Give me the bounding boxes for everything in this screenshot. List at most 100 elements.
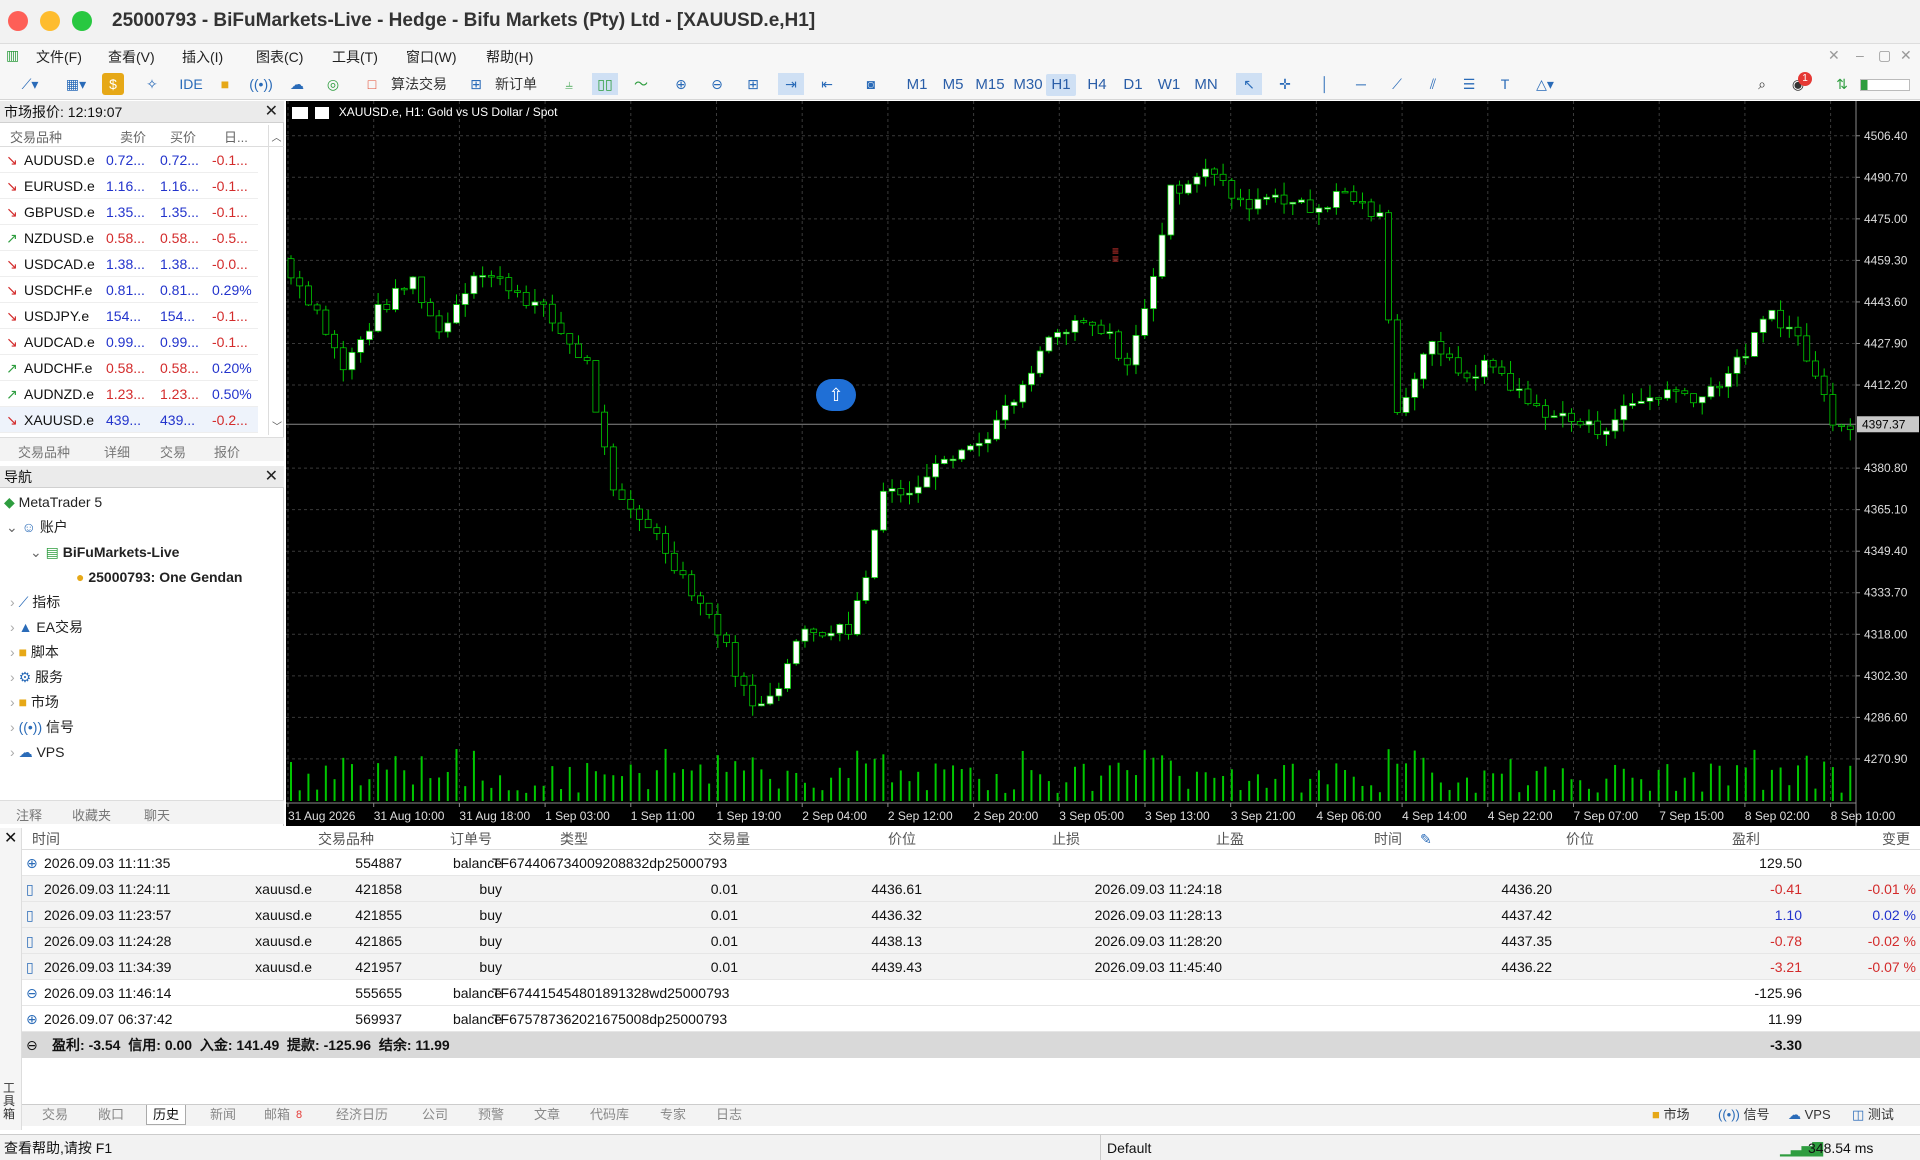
- grid-icon[interactable]: ⊞: [740, 73, 766, 95]
- timeframe-m30[interactable]: M30: [1008, 74, 1048, 96]
- tab-common[interactable]: 注释: [16, 805, 42, 824]
- menu-window[interactable]: 窗口(W): [406, 47, 457, 67]
- timeframe-m1[interactable]: M1: [902, 74, 932, 96]
- tab-calendar[interactable]: 经济日历: [336, 1105, 388, 1125]
- chevron-right-icon[interactable]: ›: [10, 719, 15, 735]
- one-click-trade-icon[interactable]: ⇧: [816, 379, 856, 411]
- tab-favorites[interactable]: 收藏夹: [72, 805, 111, 824]
- tab-journal[interactable]: 日志: [716, 1105, 742, 1125]
- tab-ticks[interactable]: 报价: [214, 442, 240, 461]
- history-row[interactable]: ▯ 2026.09.03 11:34:39 xauusd.e 421957 buy 0.0…: [22, 954, 1920, 980]
- tab-symbols[interactable]: 交易品种: [18, 442, 70, 461]
- nav-market[interactable]: › ■ 市场: [10, 690, 59, 715]
- timeframe-mn[interactable]: MN: [1190, 74, 1222, 96]
- tab-news[interactable]: 新闻: [210, 1105, 236, 1125]
- search-icon[interactable]: ⌕: [1750, 73, 1774, 95]
- close-window-button[interactable]: [8, 11, 28, 31]
- timeframe-h4[interactable]: H4: [1082, 74, 1112, 96]
- tab-mailbox[interactable]: 邮箱: [264, 1105, 290, 1125]
- dollar-icon[interactable]: $: [102, 73, 124, 95]
- nav-metatrader[interactable]: ◆ MetaTrader 5: [4, 490, 102, 515]
- nav-vps[interactable]: › ☁ VPS: [10, 740, 64, 765]
- trendline-icon[interactable]: ⟋: [1384, 73, 1410, 95]
- tab-alerts[interactable]: 预警: [478, 1105, 504, 1125]
- minimize-window-button[interactable]: [40, 11, 60, 31]
- tab-history[interactable]: 历史: [146, 1105, 187, 1125]
- text-icon[interactable]: T: [1492, 73, 1518, 95]
- market-watch-row[interactable]: ↗ AUDCHF.e 0.58... 0.58... 0.20%: [0, 355, 258, 381]
- chart-properties-icon[interactable]: [315, 106, 330, 119]
- pin-icon[interactable]: ✕: [1828, 47, 1840, 64]
- nav-indicators[interactable]: › ⟋ 指标: [10, 590, 60, 615]
- market-watch-row[interactable]: ↘ XAUUSD.e 439... 439... -0.2...: [0, 407, 258, 433]
- new-order-button[interactable]: 新订单: [492, 73, 540, 95]
- timeframe-m15[interactable]: M15: [972, 74, 1008, 96]
- chevron-down-icon[interactable]: ⌄: [30, 544, 42, 560]
- col-tp[interactable]: 止盈: [1216, 828, 1244, 850]
- chevron-right-icon[interactable]: ›: [10, 669, 15, 685]
- signals-tab[interactable]: ((•)) 信号: [1718, 1105, 1770, 1125]
- volume-slider[interactable]: [1860, 79, 1910, 91]
- ide-button[interactable]: IDE: [176, 73, 206, 95]
- market-watch-row[interactable]: ↘ EURUSD.e 1.16... 1.16... -0.1...: [0, 173, 258, 199]
- lvl-icon[interactable]: ⇅: [1830, 73, 1854, 95]
- chevron-right-icon[interactable]: ›: [10, 744, 15, 760]
- collapse-icon[interactable]: ⊖: [26, 1032, 38, 1058]
- column-symbol[interactable]: 交易品种: [10, 127, 62, 146]
- tab-details[interactable]: 详细: [104, 442, 130, 461]
- scroll-down-icon[interactable]: ﹀: [269, 418, 285, 433]
- market-watch-row[interactable]: ↘ USDJPY.e 154... 154... -0.1...: [0, 303, 258, 329]
- fibonacci-icon[interactable]: ☰: [1456, 73, 1482, 95]
- tab-exposure[interactable]: 敞口: [98, 1105, 124, 1125]
- close-icon[interactable]: ✕: [265, 101, 278, 123]
- price-chart[interactable]: 4506.40 4490.70 4475.00 4459.30 4443.60 4427.…: [286, 101, 1920, 826]
- nav-accounts[interactable]: ⌄ ☺ 账户: [6, 515, 68, 540]
- tab-chat[interactable]: 聊天: [144, 805, 170, 824]
- nav-signals[interactable]: › ((•)) 信号: [10, 715, 74, 740]
- chart-shift-icon[interactable]: ⇤: [814, 73, 840, 95]
- column-bid[interactable]: 卖价: [120, 127, 146, 146]
- line-icon[interactable]: 〜: [628, 73, 654, 95]
- scroll-up-icon[interactable]: ︿: [269, 129, 284, 144]
- crosshair-icon[interactable]: ✛: [1272, 73, 1298, 95]
- candlestick-icon[interactable]: ▯▯: [592, 73, 618, 95]
- nav-services[interactable]: › ⚙ 服务: [10, 665, 63, 690]
- status-profile[interactable]: Default: [1100, 1135, 1300, 1160]
- market-watch-scrollbar[interactable]: ︿ ﹀: [268, 125, 284, 435]
- timeframe-h1[interactable]: H1: [1046, 74, 1076, 96]
- col-close-time[interactable]: 时间: [1374, 828, 1402, 850]
- chevron-right-icon[interactable]: ›: [10, 619, 15, 635]
- market-tab[interactable]: ■ 市场: [1652, 1105, 1690, 1125]
- menu-charts[interactable]: 图表(C): [256, 47, 303, 67]
- bar-chart-icon[interactable]: ⫨: [556, 73, 582, 95]
- market-watch-row[interactable]: ↘ AUDCAD.e 0.99... 0.99... -0.1...: [0, 329, 258, 355]
- col-ticket[interactable]: 订单号: [450, 828, 492, 850]
- tab-experts[interactable]: 专家: [660, 1105, 686, 1125]
- col-volume[interactable]: 交易量: [708, 828, 750, 850]
- market-watch-row[interactable]: ↘ USDCHF.e 0.81... 0.81... 0.29%: [0, 277, 258, 303]
- zoom-in-icon[interactable]: ⊕: [668, 73, 694, 95]
- chevron-down-icon[interactable]: ⌄: [6, 519, 18, 535]
- menu-help[interactable]: 帮助(H): [486, 47, 533, 67]
- history-row[interactable]: ▯ 2026.09.03 11:24:11 xauusd.e 421858 buy 0.0…: [22, 876, 1920, 902]
- menu-tools[interactable]: 工具(T): [332, 47, 378, 67]
- col-change[interactable]: 变更: [1882, 828, 1910, 850]
- line-chart-icon[interactable]: ⟋▾: [10, 73, 50, 95]
- tab-company[interactable]: 公司: [422, 1105, 448, 1125]
- menu-file[interactable]: 文件(F): [36, 47, 82, 67]
- restore-icon[interactable]: –: [1856, 47, 1864, 63]
- edit-icon[interactable]: ✎: [1420, 828, 1432, 850]
- cloud-icon[interactable]: ☁: [284, 73, 310, 95]
- market-watch-row[interactable]: ↗ NZDUSD.e 0.58... 0.58... -0.5...: [0, 225, 258, 251]
- menu-insert[interactable]: 插入(I): [182, 47, 223, 67]
- history-row[interactable]: ⊕ 2026.09.07 06:37:42 569937 balance TF67578…: [22, 1006, 1920, 1032]
- history-row[interactable]: ▯ 2026.09.03 11:23:57 xauusd.e 421855 buy 0.0…: [22, 902, 1920, 928]
- market-watch-row[interactable]: ↘ AUDUSD.e 0.72... 0.72... -0.1...: [0, 147, 258, 173]
- nav-scripts[interactable]: › ■ 脚本: [10, 640, 59, 665]
- cursor-icon[interactable]: ↖: [1236, 73, 1262, 95]
- timeframe-m5[interactable]: M5: [938, 74, 968, 96]
- tab-articles[interactable]: 文章: [534, 1105, 560, 1125]
- timeframe-d1[interactable]: D1: [1118, 74, 1148, 96]
- nav-server[interactable]: ⌄ ▤ BiFuMarkets-Live: [30, 540, 179, 565]
- autoscroll-icon[interactable]: ⇥: [778, 73, 804, 95]
